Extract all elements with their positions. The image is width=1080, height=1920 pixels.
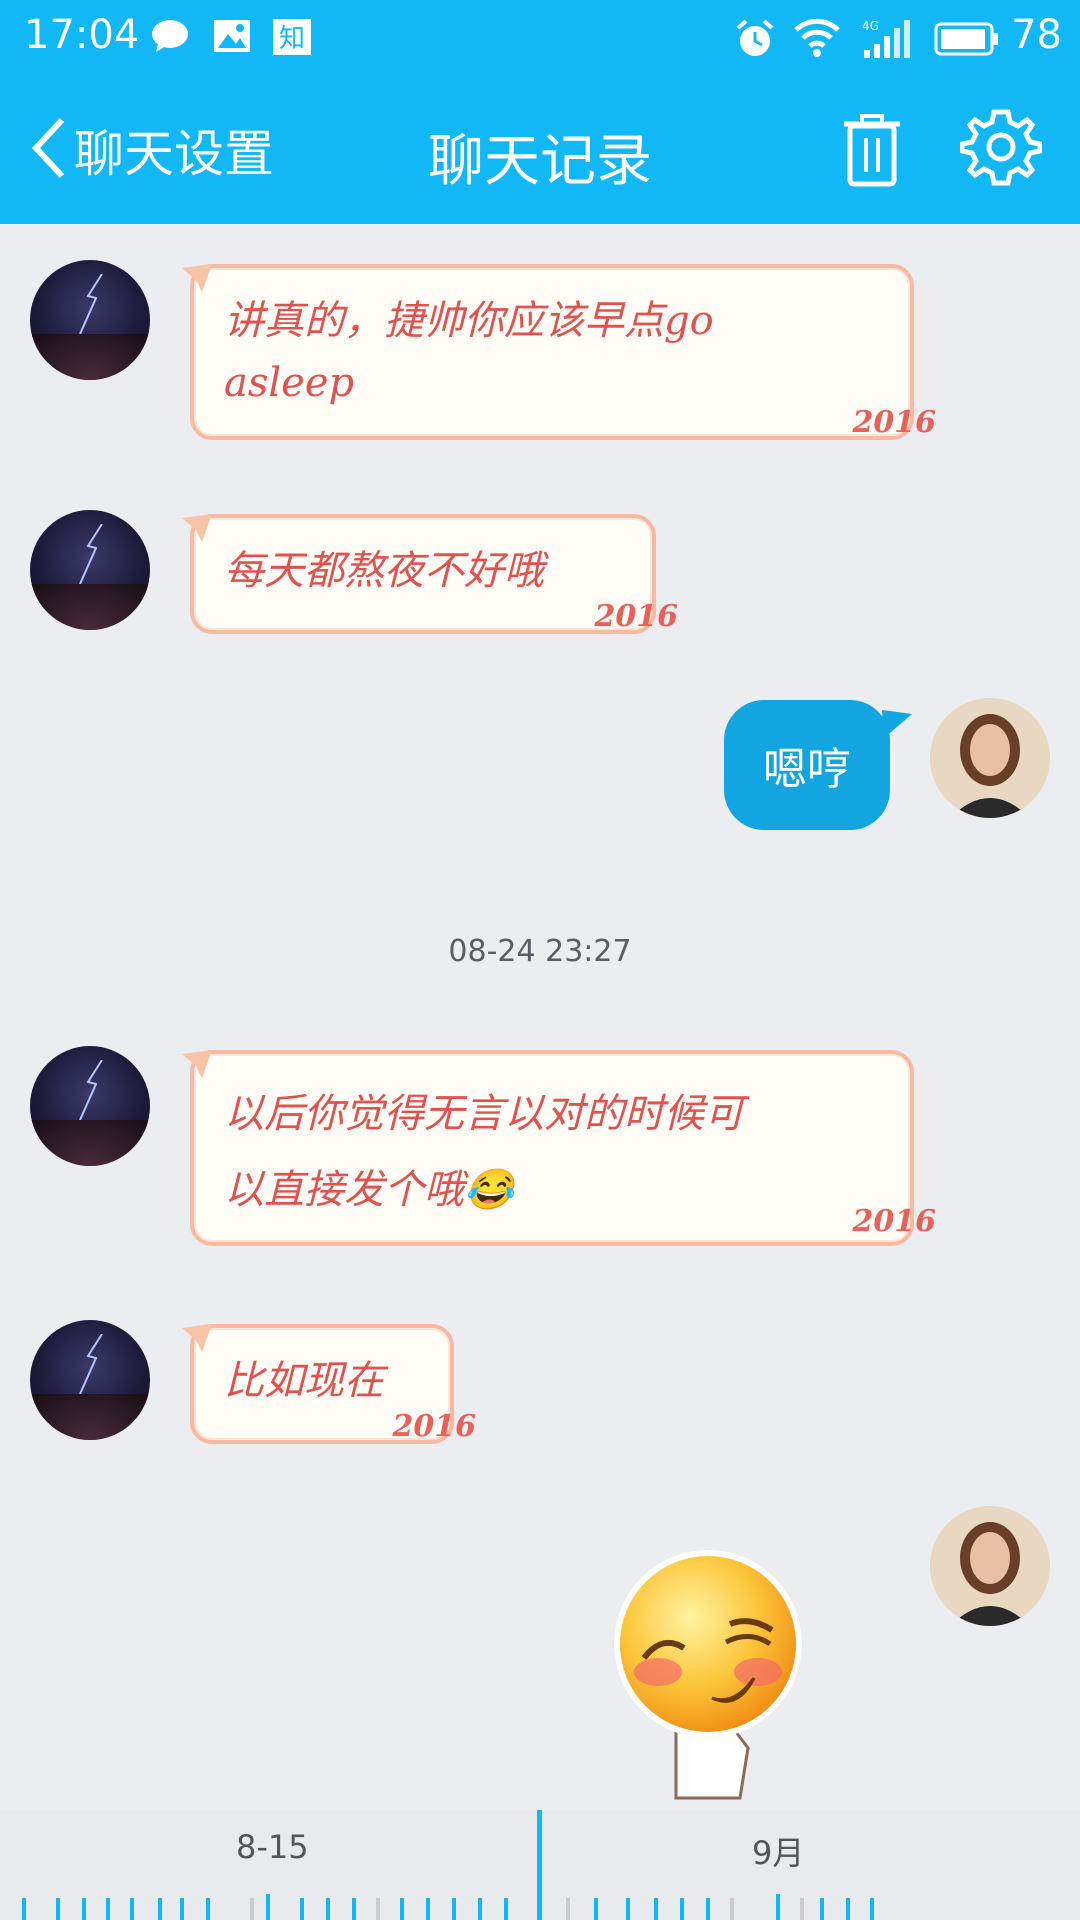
message-text: 嗯哼	[763, 744, 851, 795]
message-bubble[interactable]: 讲真的，捷帅你应该早点go asleep 2016	[182, 264, 936, 440]
message-text: 以后你觉得无言以对的时候可	[224, 1091, 744, 1137]
message-bubble[interactable]: 比如现在 2016	[182, 1324, 476, 1444]
signal-icon: 4G	[862, 18, 918, 64]
contact-avatar[interactable]	[30, 1046, 150, 1166]
year-badge: 2016	[392, 1409, 477, 1444]
paper-plane-icon	[182, 514, 212, 542]
status-time: 17:04	[24, 12, 140, 58]
paper-plane-icon	[182, 1324, 212, 1352]
user-avatar[interactable]	[930, 1506, 1050, 1626]
message-text: 比如现在	[224, 1358, 384, 1404]
paper-plane-icon	[182, 1050, 212, 1078]
page-title: 聊天记录	[428, 129, 652, 194]
message-timestamp: 08-24 23:27	[448, 934, 632, 969]
contact-avatar[interactable]	[30, 1320, 150, 1440]
svg-text:知: 知	[279, 24, 305, 54]
timeline-ticks	[22, 1894, 874, 1920]
year-badge: 2016	[852, 405, 937, 440]
blushing-smile-sticker[interactable]	[610, 1548, 806, 1814]
paper-plane-icon	[182, 264, 212, 292]
battery-level: 78	[1011, 12, 1062, 58]
image-notification-icon	[212, 18, 252, 58]
message-text: 以直接发个哦😂	[224, 1167, 514, 1213]
message-bubble[interactable]: 每天都熬夜不好哦 2016	[182, 514, 678, 634]
date-timeline[interactable]: 8-15 9月	[0, 1810, 1080, 1920]
message-bubble[interactable]: 以后你觉得无言以对的时候可 以直接发个哦😂 2016	[182, 1050, 936, 1246]
zhihu-notification-icon: 知	[272, 18, 312, 60]
battery-icon	[934, 22, 1000, 60]
message-bubble-self[interactable]: 嗯哼	[724, 700, 912, 830]
status-bar: 17:04 知 4G 78	[0, 0, 1080, 76]
year-badge: 2016	[594, 599, 679, 634]
message-text: asleep	[224, 360, 355, 406]
user-avatar[interactable]	[930, 698, 1050, 818]
trash-icon[interactable]	[836, 112, 908, 192]
chat-history[interactable]: 讲真的，捷帅你应该早点go asleep 2016 每天都熬夜不好哦 2016 …	[0, 224, 1080, 1810]
contact-avatar[interactable]	[30, 260, 150, 380]
gear-icon[interactable]	[959, 106, 1043, 192]
timeline-label: 9月	[752, 1834, 805, 1872]
contact-avatar[interactable]	[30, 510, 150, 630]
svg-text:4G: 4G	[862, 19, 879, 33]
alarm-icon	[734, 18, 776, 64]
message-text: 讲真的，捷帅你应该早点go	[224, 298, 714, 344]
timeline-label: 8-15	[236, 1828, 309, 1866]
wifi-icon	[794, 18, 840, 62]
message-text: 每天都熬夜不好哦	[224, 548, 544, 594]
message-notification-icon	[150, 18, 190, 58]
year-badge: 2016	[852, 1204, 937, 1239]
title-bar: 聊天设置 聊天记录	[0, 76, 1080, 224]
